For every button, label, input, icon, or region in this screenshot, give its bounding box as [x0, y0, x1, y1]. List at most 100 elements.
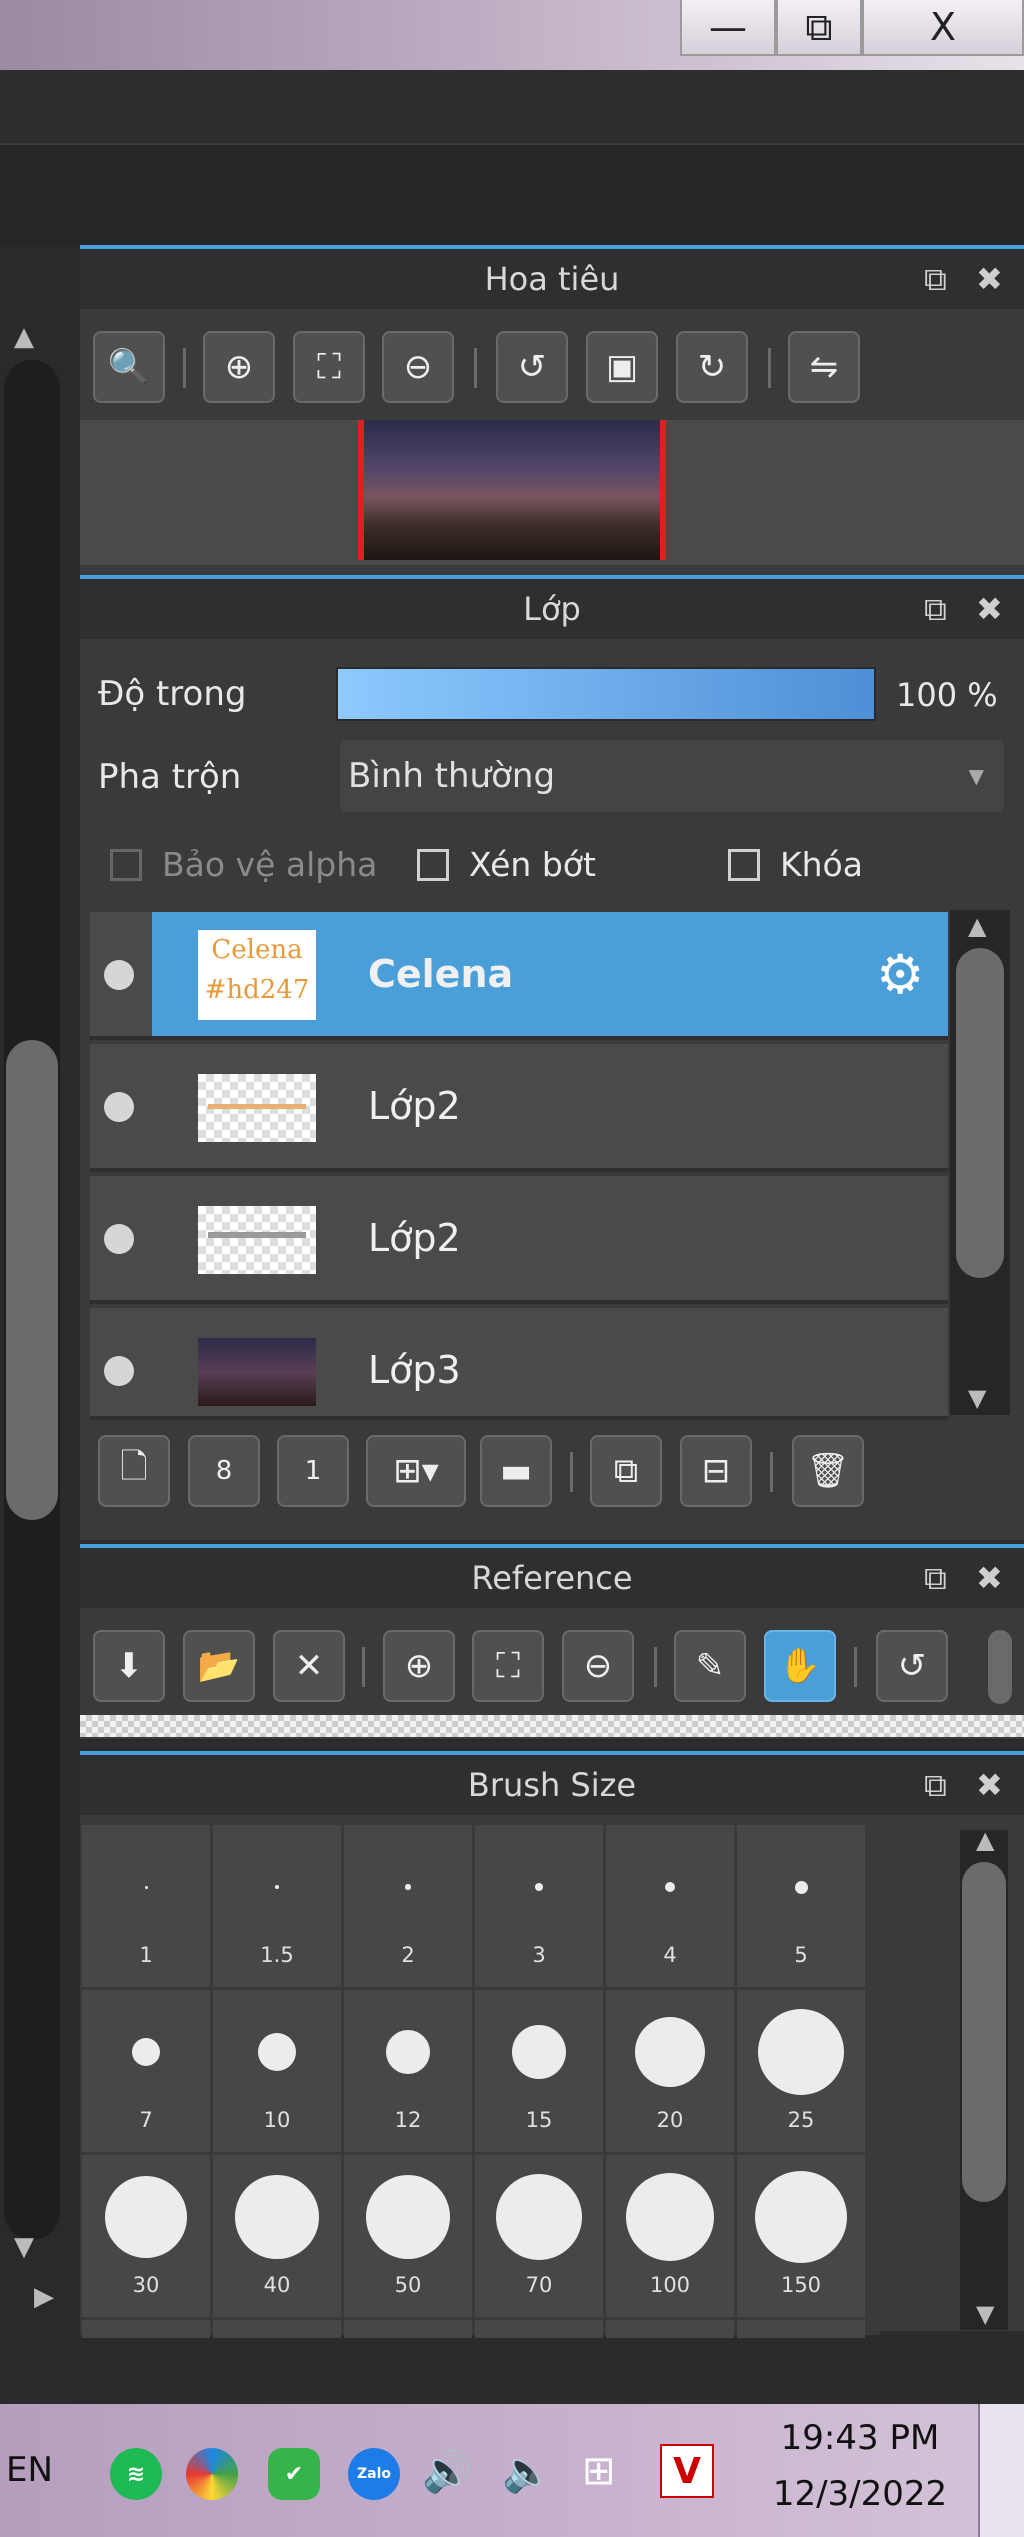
delete-layer-button[interactable]: 🗑 [792, 1435, 864, 1507]
brush-size-cell[interactable]: 20 [606, 1990, 734, 2152]
undock-icon[interactable]: ⧉ [924, 1769, 947, 1801]
brush-size-cell[interactable]: 12 [344, 1990, 472, 2152]
brush-size-cell[interactable] [344, 2320, 472, 2338]
new-8bit-layer-button[interactable]: 8 [188, 1435, 260, 1507]
visibility-toggle[interactable] [104, 1224, 134, 1254]
scroll-up-icon[interactable]: ▲ [14, 322, 34, 352]
unikey-icon[interactable]: V [660, 2444, 714, 2498]
brush-size-cell[interactable] [213, 2320, 341, 2338]
layer-row[interactable]: Lớp2 [90, 1176, 948, 1304]
open-reference-button[interactable]: 📂 [183, 1630, 255, 1702]
new-layer-button[interactable]: 🗋 [98, 1435, 170, 1507]
zoom-in-button[interactable]: ⊕ [203, 331, 275, 403]
layers-scrollbar-thumb[interactable] [956, 948, 1004, 1278]
speaker-icon[interactable]: 🔊 [422, 2448, 472, 2495]
brush-size-cell[interactable]: 50 [344, 2155, 472, 2317]
zoom-actual-button[interactable]: 🔍 [93, 331, 165, 403]
add-layer-dropdown[interactable]: ⊞▾ [366, 1435, 466, 1507]
blend-mode-select[interactable]: Bình thường ▼ [340, 740, 1004, 812]
ref-zoom-in-button[interactable]: ⊕ [383, 1630, 455, 1702]
clock-date[interactable]: 12/3/2022 [760, 2474, 960, 2514]
browser-icon[interactable] [186, 2448, 238, 2500]
opacity-slider[interactable] [336, 667, 876, 721]
undock-icon[interactable]: ⧉ [924, 1562, 947, 1594]
fit-screen-button[interactable]: ⛶ [293, 331, 365, 403]
brush-size-cell[interactable]: 150 [737, 2155, 865, 2317]
layer-row[interactable]: Celena #hd247 Celena ⚙ [90, 912, 948, 1040]
new-1bit-layer-button[interactable]: 1 [277, 1435, 349, 1507]
lock-checkbox[interactable] [728, 849, 760, 881]
scroll-down-icon[interactable]: ▼ [976, 2300, 994, 2328]
close-reference-button[interactable]: ✕ [273, 1630, 345, 1702]
ref-fit-button[interactable]: ⛶ [472, 1630, 544, 1702]
language-indicator[interactable]: EN [6, 2450, 53, 2490]
gear-icon[interactable]: ⚙ [876, 948, 924, 1002]
eyedropper-button[interactable]: ✎ [674, 1630, 746, 1702]
reference-canvas[interactable] [80, 1715, 1024, 1737]
brush-size-cell[interactable]: 40 [213, 2155, 341, 2317]
duplicate-layer-button[interactable]: ⧉ [590, 1435, 662, 1507]
new-folder-button[interactable]: ▬ [480, 1435, 552, 1507]
visibility-toggle[interactable] [104, 1092, 134, 1122]
scroll-right-icon[interactable]: ▶ [34, 2282, 54, 2312]
checkmark-app-icon[interactable]: ✔ [268, 2448, 320, 2500]
brush-size-cell[interactable]: 5 [737, 1825, 865, 1987]
brush-size-cell[interactable]: 15 [475, 1990, 603, 2152]
panel-close-icon[interactable]: ✖ [976, 1562, 1003, 1594]
maximize-button[interactable]: ⧉ [776, 0, 862, 56]
brush-size-cell[interactable]: 3 [475, 1825, 603, 1987]
undock-icon[interactable]: ⧉ [924, 593, 947, 625]
brush-size-cell[interactable]: 4 [606, 1825, 734, 1987]
scroll-up-icon[interactable]: ▲ [968, 912, 986, 940]
brush-size-cell[interactable]: 1.5 [213, 1825, 341, 1987]
scroll-up-icon[interactable]: ▲ [976, 1826, 994, 1854]
rotate-left-button[interactable]: ↺ [496, 331, 568, 403]
network-icon[interactable]: ⊞ [582, 2448, 616, 2494]
brush-size-cell[interactable] [606, 2320, 734, 2338]
brush-size-cell[interactable]: 10 [213, 1990, 341, 2152]
rotate-right-button[interactable]: ↻ [676, 331, 748, 403]
undock-icon[interactable]: ⧉ [924, 263, 947, 295]
visibility-toggle[interactable] [104, 1356, 134, 1386]
flip-button[interactable]: ⇋ [788, 331, 860, 403]
ref-zoom-out-button[interactable]: ⊖ [562, 1630, 634, 1702]
brush-size-cell[interactable]: 1 [82, 1825, 210, 1987]
fit-frame-button[interactable]: ▣ [586, 331, 658, 403]
panel-close-icon[interactable]: ✖ [976, 593, 1003, 625]
clipping-checkbox[interactable] [417, 849, 449, 881]
scroll-down-icon[interactable]: ▼ [968, 1384, 986, 1412]
reference-scroll-thumb[interactable] [988, 1630, 1012, 1704]
ref-rotate-button[interactable]: ↺ [876, 1630, 948, 1702]
close-button[interactable]: X [862, 0, 1024, 56]
brush-size-cell[interactable]: 25 [737, 1990, 865, 2152]
brush-scrollbar-thumb[interactable] [962, 1862, 1006, 2202]
spotify-icon[interactable]: ≋ [110, 2448, 162, 2500]
navigator-preview[interactable] [358, 420, 666, 560]
zalo-icon[interactable]: Zalo [348, 2448, 400, 2500]
brush-size-cell[interactable]: 2 [344, 1825, 472, 1987]
volume-icon[interactable]: 🔈 [502, 2448, 552, 2495]
scroll-down-icon[interactable]: ▼ [14, 2232, 34, 2262]
layer-row[interactable]: Lớp2 [90, 1044, 948, 1172]
brush-size-cell[interactable] [737, 2320, 865, 2338]
brush-size-cell[interactable] [82, 2320, 210, 2338]
load-reference-button[interactable]: ⬇ [93, 1630, 165, 1702]
brush-size-cell[interactable] [475, 2320, 603, 2338]
layer-row[interactable]: Lớp3 [90, 1308, 948, 1420]
panel-close-icon[interactable]: ✖ [976, 1769, 1003, 1801]
protect-alpha-checkbox[interactable] [110, 849, 142, 881]
left-scrollbar-thumb[interactable] [6, 1040, 58, 1520]
brush-size-cell[interactable]: 7 [82, 1990, 210, 2152]
merge-layer-button[interactable]: ⊟ [680, 1435, 752, 1507]
hand-tool-button[interactable]: ✋ [764, 1630, 836, 1702]
brush-size-cell[interactable]: 100 [606, 2155, 734, 2317]
panel-close-icon[interactable]: ✖ [976, 263, 1003, 295]
minimize-button[interactable]: — [680, 0, 776, 56]
zoom-out-button[interactable]: ⊖ [382, 331, 454, 403]
visibility-toggle[interactable] [104, 960, 134, 990]
show-desktop-button[interactable] [978, 2404, 1024, 2537]
clock-time[interactable]: 19:43 PM [770, 2418, 950, 2458]
layer-1bit-icon: 1 [304, 1456, 322, 1486]
brush-size-cell[interactable]: 30 [82, 2155, 210, 2317]
brush-size-cell[interactable]: 70 [475, 2155, 603, 2317]
